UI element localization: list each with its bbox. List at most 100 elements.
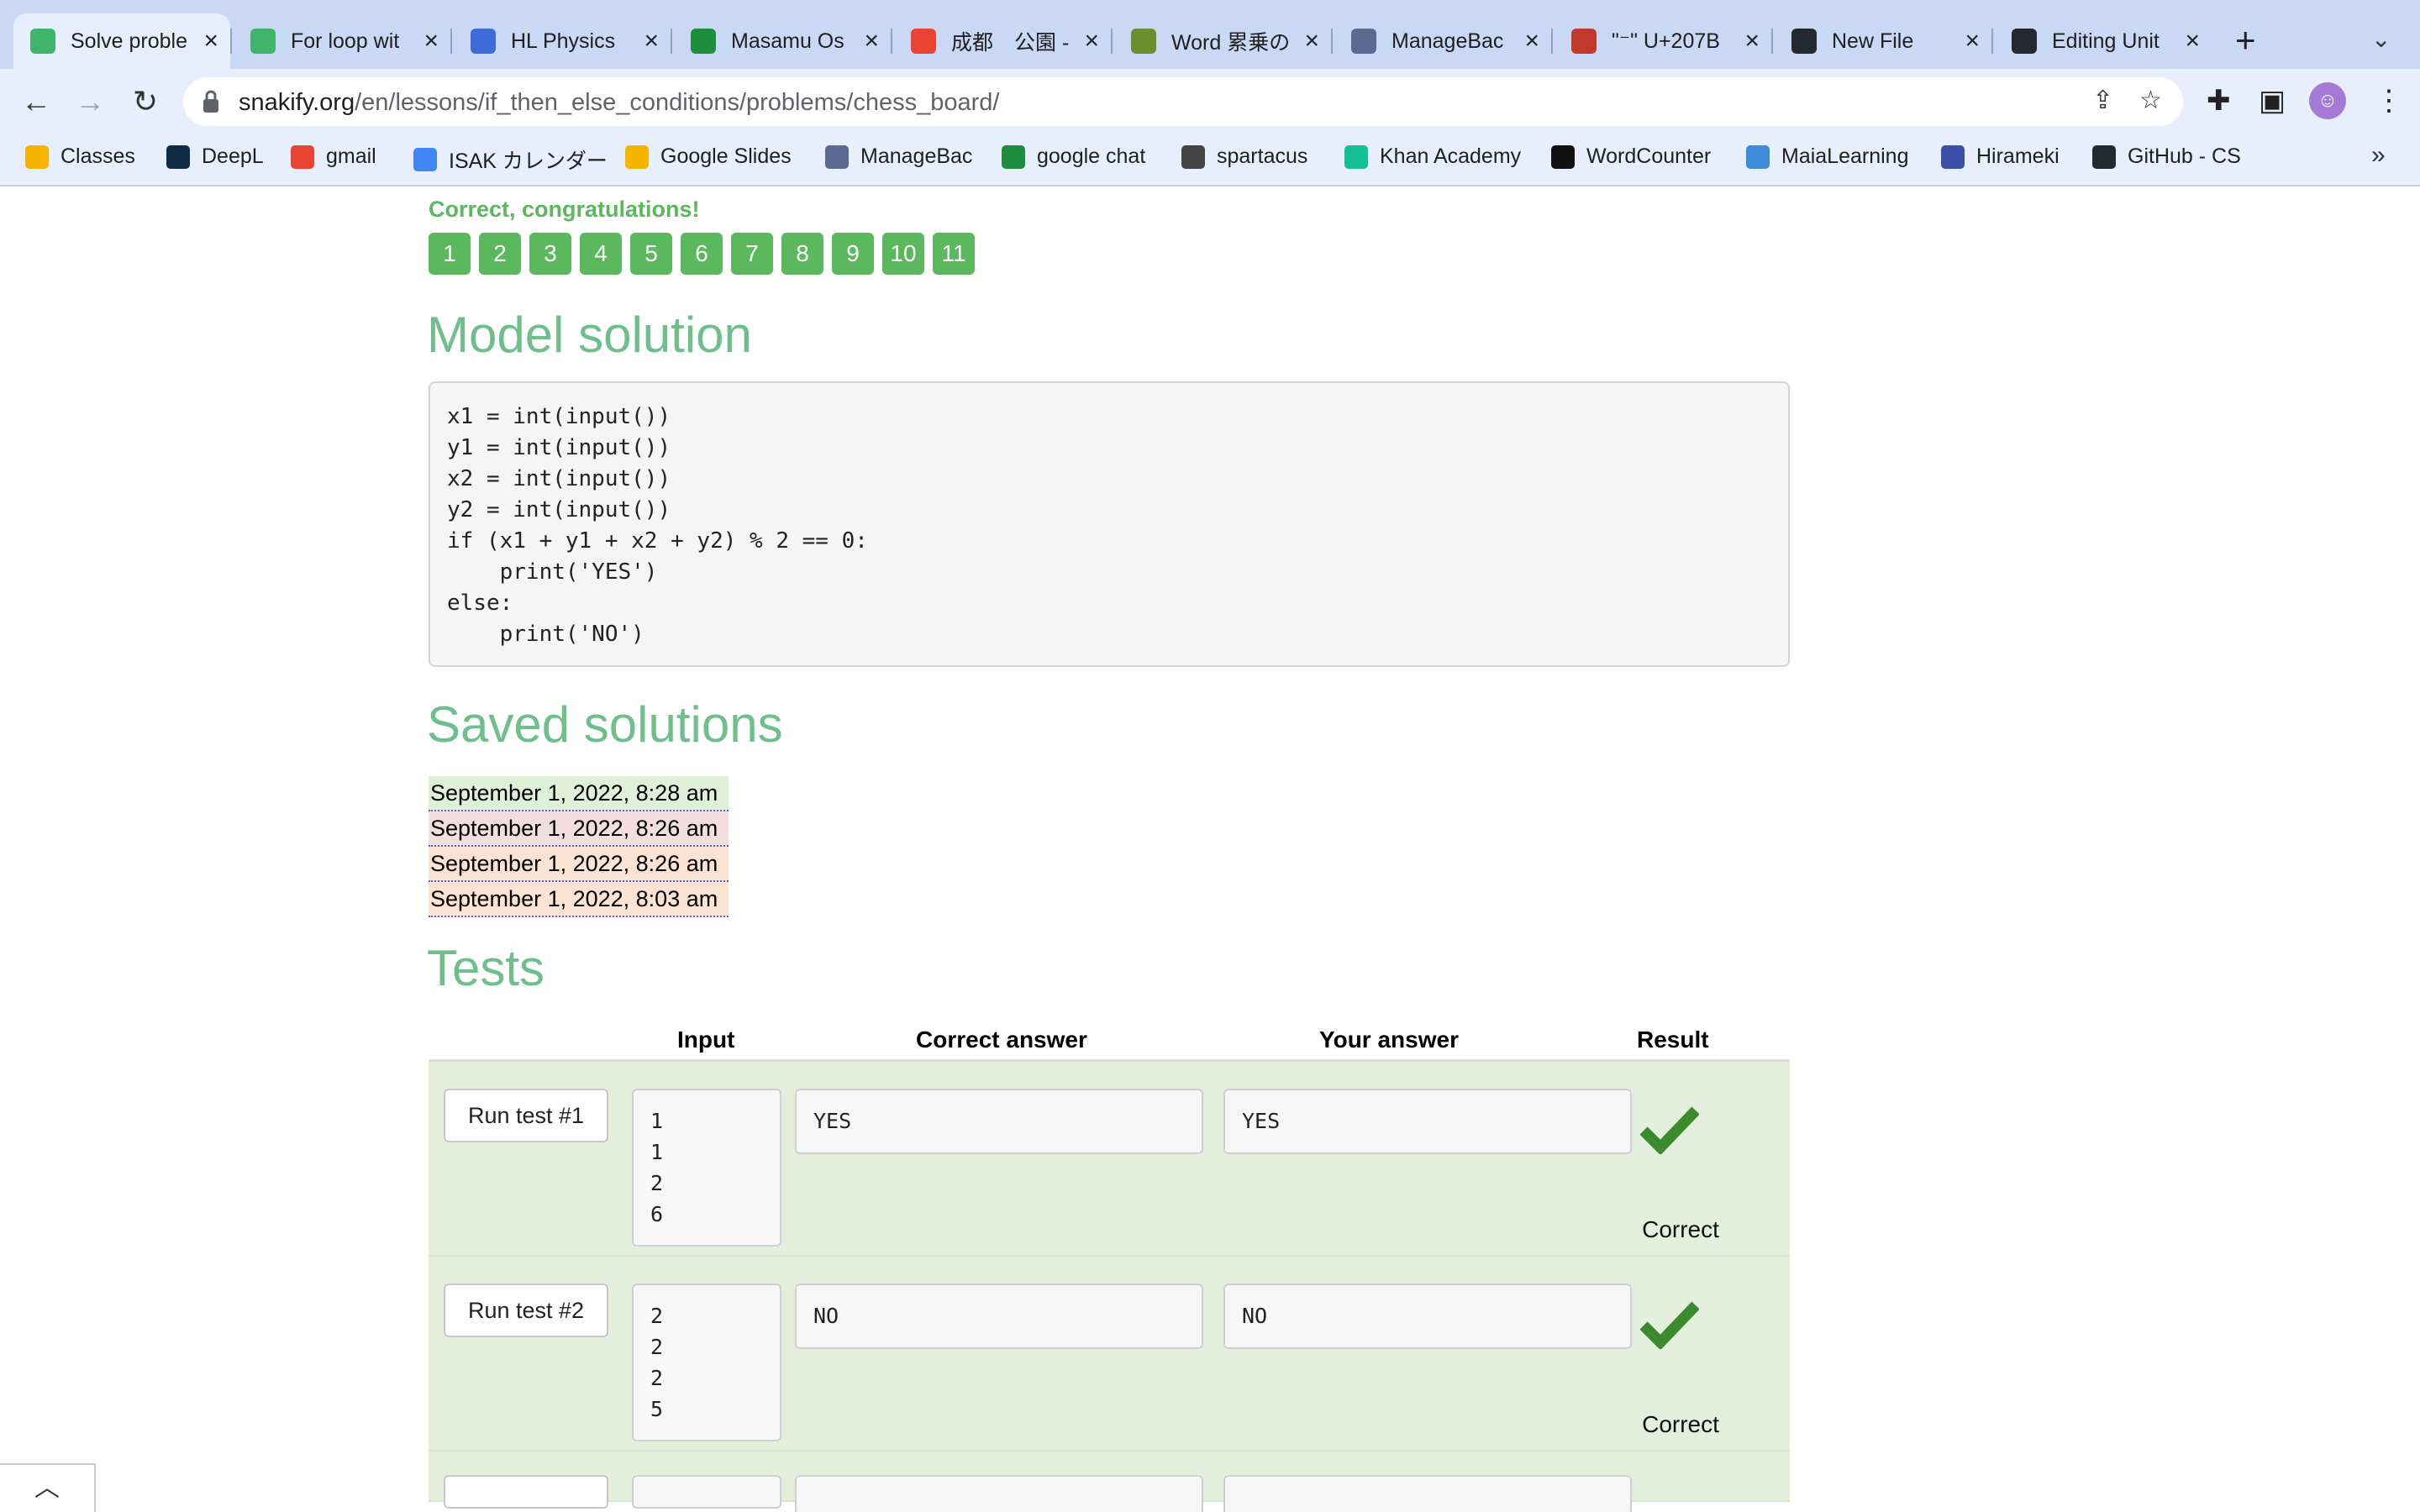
bookmark-item[interactable]: google chat	[1002, 144, 1145, 169]
browser-tab[interactable]: Masamu Os ×	[674, 13, 891, 69]
bookmark-item[interactable]: Google Slides	[625, 144, 792, 169]
url-text: snakify.org/en/lessons/if_then_else_cond…	[239, 89, 999, 117]
bookmark-item[interactable]: ManageBac	[825, 144, 972, 169]
tab-strip: Solve proble × For loop wit × HL Physics × Mas…	[0, 0, 2420, 69]
bookmark-label: MaiaLearning	[1781, 144, 1909, 168]
test-input-box: 2 2 2 5	[632, 1284, 781, 1441]
bookmark-item[interactable]: ISAK カレンダー	[413, 144, 608, 175]
bookmark-item[interactable]: spartacus	[1181, 144, 1307, 169]
attempt-list: 1 2 3 4 5 6 7 8 9 10 11	[429, 233, 975, 275]
sheets-icon	[691, 29, 716, 54]
saved-solution-link[interactable]: September 1, 2022, 8:03 am	[429, 882, 729, 917]
browser-tab[interactable]: HL Physics ×	[454, 13, 671, 69]
close-tab-icon[interactable]: ×	[1084, 27, 1099, 55]
attempt-button[interactable]: 7	[731, 233, 773, 275]
bookmark-item[interactable]: MaiaLearning	[1746, 144, 1909, 169]
tab-title: Masamu Os	[731, 29, 844, 53]
attempt-button[interactable]: 4	[580, 233, 622, 275]
bookmark-item[interactable]: Hirameki	[1941, 144, 2060, 169]
close-tab-icon[interactable]: ×	[2185, 27, 2200, 55]
model-solution-code: x1 = int(input()) y1 = int(input()) x2 =…	[429, 381, 1790, 667]
side-panel-icon[interactable]: ▣	[2259, 84, 2286, 118]
forward-icon[interactable]: →	[71, 82, 109, 121]
profile-avatar[interactable]: ☺	[2309, 82, 2346, 119]
address-bar[interactable]: snakify.org/en/lessons/if_then_else_cond…	[183, 77, 2183, 126]
bookmark-star-icon[interactable]: ☆	[2139, 86, 2162, 115]
close-tab-icon[interactable]: ×	[1744, 27, 1760, 55]
bookmark-item[interactable]: GitHub - CS	[2092, 144, 2241, 169]
browser-tab[interactable]: Word 累乗の ×	[1114, 13, 1331, 69]
extensions-icon[interactable]: ✚	[2207, 84, 2231, 118]
run-test-button[interactable]	[444, 1475, 608, 1509]
table-row: Run test #2 2 2 2 5 NO NO Correct	[429, 1257, 1790, 1452]
browser-tab[interactable]: "⁻" U+207B ×	[1555, 13, 1771, 69]
browser-tab[interactable]: New File ×	[1775, 13, 1991, 69]
saved-solution-link[interactable]: September 1, 2022, 8:26 am	[429, 811, 729, 847]
url-host: snakify.org	[239, 89, 355, 116]
attempt-button[interactable]: 11	[933, 233, 975, 275]
bookmark-item[interactable]: Classes	[25, 144, 135, 169]
close-tab-icon[interactable]: ×	[1965, 27, 1980, 55]
bookmarks-overflow-icon[interactable]: »	[2371, 141, 2386, 170]
bookmark-item[interactable]: gmail	[291, 144, 376, 169]
saved-solution-link[interactable]: September 1, 2022, 8:26 am	[429, 847, 729, 882]
deepl-icon	[166, 144, 190, 169]
classroom-icon	[25, 144, 49, 169]
chat-icon	[1002, 144, 1025, 169]
bookmark-label: google chat	[1037, 144, 1146, 168]
new-tab-button[interactable]: +	[2235, 23, 2256, 58]
tests-table: Input Correct answer Your answer Result …	[429, 1018, 1790, 1512]
attempt-button[interactable]: 1	[429, 233, 471, 275]
maia-icon	[1746, 144, 1770, 169]
tab-separator	[1331, 29, 1333, 54]
browser-tab[interactable]: 成都 公園 - ×	[894, 13, 1111, 69]
browser-tab[interactable]: ManageBac ×	[1334, 13, 1551, 69]
attempt-button[interactable]: 9	[832, 233, 874, 275]
reload-icon[interactable]: ↻	[126, 82, 165, 121]
bookmark-label: Classes	[60, 144, 135, 168]
run-test-button[interactable]: Run test #2	[444, 1284, 608, 1337]
close-tab-icon[interactable]: ×	[1524, 27, 1539, 55]
browser-tab[interactable]: Editing Unit ×	[1995, 13, 2212, 69]
tab-title: "⁻" U+207B	[1612, 29, 1720, 53]
bookmark-item[interactable]: WordCounter	[1551, 144, 1711, 169]
tab-separator	[671, 29, 672, 54]
tab-search-icon[interactable]: ⌄	[2371, 25, 2391, 53]
menu-icon[interactable]: ⋮	[2375, 84, 2403, 118]
attempt-button[interactable]: 10	[882, 233, 924, 275]
khan-icon	[1344, 144, 1368, 169]
close-tab-icon[interactable]: ×	[424, 27, 439, 55]
table-row	[429, 1452, 1790, 1512]
bookmark-item[interactable]: Khan Academy	[1344, 144, 1521, 169]
correct-answer-box: NO	[795, 1284, 1203, 1349]
saved-solutions-list: September 1, 2022, 8:28 am September 1, 2…	[429, 776, 729, 917]
slides-icon	[625, 144, 649, 169]
attempt-button[interactable]: 6	[681, 233, 723, 275]
column-correct-answer: Correct answer	[916, 1026, 1087, 1053]
tab-title: Editing Unit	[2052, 29, 2160, 53]
browser-tab[interactable]: For loop wit ×	[234, 13, 450, 69]
saved-solution-link[interactable]: September 1, 2022, 8:28 am	[429, 776, 729, 811]
attempt-button[interactable]: 8	[781, 233, 823, 275]
share-icon[interactable]: ⇪	[2092, 86, 2113, 115]
test-result: Correct	[1642, 1411, 1719, 1437]
attempt-button[interactable]: 2	[479, 233, 521, 275]
tab-title: Solve proble	[71, 29, 187, 53]
close-tab-icon[interactable]: ×	[203, 27, 218, 55]
browser-tab[interactable]: Solve proble ×	[13, 13, 230, 69]
attempt-button[interactable]: 3	[529, 233, 571, 275]
calendar-icon	[413, 148, 437, 171]
bookmark-item[interactable]: DeepL	[166, 144, 264, 169]
scroll-up-chevron-icon[interactable]: ︿	[0, 1463, 96, 1512]
managebac-icon	[825, 144, 849, 169]
close-tab-icon[interactable]: ×	[1304, 27, 1319, 55]
tab-separator	[1991, 29, 1993, 54]
run-test-button[interactable]: Run test #1	[444, 1089, 608, 1142]
back-icon[interactable]: ←	[17, 82, 55, 121]
bookmarks-bar: Classes DeepL gmail ISAK カレンダー Google Slides…	[0, 134, 2420, 186]
column-result: Result	[1637, 1026, 1709, 1053]
tab-separator	[450, 29, 452, 54]
attempt-button[interactable]: 5	[630, 233, 672, 275]
close-tab-icon[interactable]: ×	[864, 27, 879, 55]
close-tab-icon[interactable]: ×	[644, 27, 659, 55]
